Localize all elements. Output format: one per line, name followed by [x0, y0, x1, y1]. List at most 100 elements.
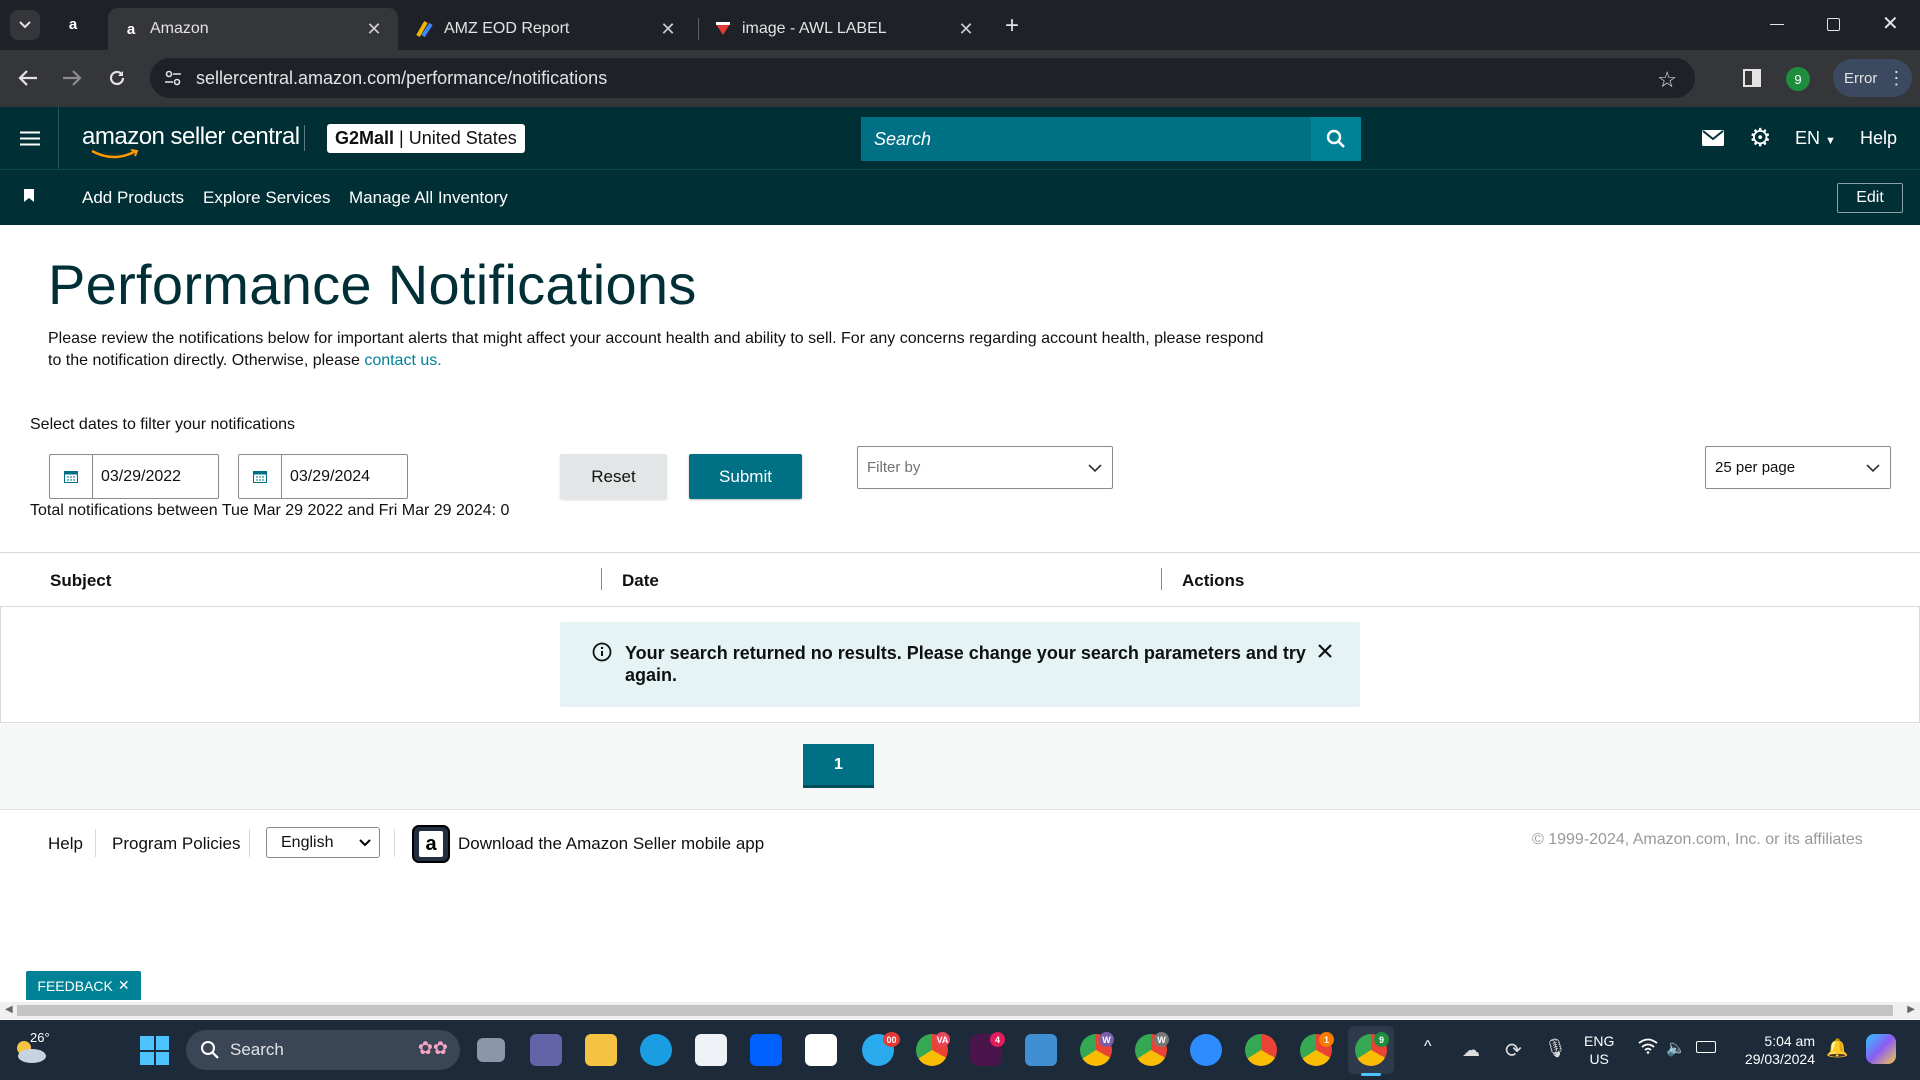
bookmark-icon[interactable]: [24, 189, 34, 202]
restore-icon[interactable]: [1827, 18, 1840, 31]
column-actions[interactable]: Actions: [1182, 571, 1244, 591]
cherry-blossom-icon: ✿✿: [417, 1038, 448, 1058]
tab-image-awl-label[interactable]: image - AWL LABEL ✕: [700, 8, 990, 50]
footer-divider: [394, 829, 395, 857]
page-button-1[interactable]: 1: [803, 744, 874, 788]
no-results-alert: Your search returned no results. Please …: [560, 622, 1360, 707]
scroll-right-icon[interactable]: ▶: [1907, 1004, 1915, 1015]
file-explorer-icon[interactable]: [585, 1034, 617, 1066]
nav-manage-all-inventory[interactable]: Manage All Inventory: [349, 188, 508, 208]
filter-by-dropdown[interactable]: Filter by: [857, 446, 1113, 489]
language-value: English: [281, 833, 334, 851]
input-language-indicator[interactable]: ENG US: [1584, 1032, 1614, 1068]
dropbox-icon[interactable]: [750, 1034, 782, 1066]
copilot-icon[interactable]: [1866, 1034, 1896, 1064]
search-button[interactable]: [1311, 117, 1361, 161]
taskbar-search[interactable]: Search ✿✿: [186, 1030, 460, 1070]
column-date[interactable]: Date: [622, 571, 659, 591]
lang-top: ENG: [1584, 1033, 1615, 1049]
column-subject[interactable]: Subject: [50, 571, 111, 591]
gear-icon[interactable]: ⚙: [1749, 126, 1771, 151]
chevron-down-icon: [1088, 464, 1102, 473]
close-tab-icon[interactable]: ✕: [658, 19, 678, 40]
calendar-icon[interactable]: [239, 455, 282, 498]
sync-icon[interactable]: ⟳: [1505, 1038, 1522, 1063]
chevron-down-icon: [19, 21, 31, 29]
teams-chat-icon[interactable]: [530, 1034, 562, 1066]
amazon-app-taskbar-icon[interactable]: [805, 1034, 837, 1066]
weather-widget[interactable]: 26°: [12, 1030, 56, 1066]
tab-amz-eod-report[interactable]: AMZ EOD Report ✕: [402, 8, 692, 50]
footer-help-link[interactable]: Help: [48, 834, 83, 854]
show-hidden-icons-chevron-icon[interactable]: ^: [1424, 1038, 1432, 1056]
side-panel-icon[interactable]: [1738, 64, 1766, 92]
reset-button[interactable]: Reset: [560, 454, 667, 499]
edit-button[interactable]: Edit: [1837, 183, 1903, 213]
onedrive-error-icon[interactable]: ☁: [1462, 1040, 1480, 1061]
scroll-left-icon[interactable]: ◀: [5, 1004, 13, 1015]
volume-icon[interactable]: 🔈: [1666, 1038, 1686, 1058]
calendar-icon[interactable]: [50, 455, 93, 498]
footer-language-select[interactable]: English: [266, 827, 380, 858]
feedback-label: FEEDBACK: [37, 977, 113, 994]
chevron-down-icon: [359, 839, 371, 847]
chrome-w2-badge: W: [1154, 1032, 1169, 1047]
profile-avatar[interactable]: 9: [1786, 67, 1810, 91]
close-tab-icon[interactable]: ✕: [364, 19, 384, 40]
address-bar[interactable]: sellercentral.amazon.com/performance/not…: [150, 58, 1695, 98]
task-view-icon[interactable]: [477, 1038, 505, 1062]
chrome-profile-3-icon[interactable]: [1245, 1034, 1277, 1066]
clock-date: 29/03/2024: [1744, 1051, 1815, 1067]
minimize-icon[interactable]: [1770, 24, 1784, 25]
site-info-icon[interactable]: [164, 69, 182, 87]
account-switcher[interactable]: G2Mall | United States: [327, 124, 525, 153]
header-search-input[interactable]: Search: [861, 117, 1311, 161]
start-date-input[interactable]: [93, 455, 213, 498]
microphone-icon[interactable]: 🎙: [1544, 1038, 1567, 1059]
submit-button[interactable]: Submit: [689, 454, 802, 499]
mail-icon[interactable]: [1702, 130, 1724, 146]
nav-explore-services[interactable]: Explore Services: [203, 188, 331, 208]
end-date-picker[interactable]: [238, 454, 408, 499]
scrollbar-thumb[interactable]: [17, 1005, 1893, 1016]
nav-add-products[interactable]: Add Products: [82, 188, 184, 208]
tab-amazon[interactable]: a Amazon ✕: [108, 8, 398, 50]
bookmark-star-icon[interactable]: ☆: [1657, 67, 1677, 93]
zoom-icon[interactable]: [1190, 1034, 1222, 1066]
feedback-button[interactable]: FEEDBACK ✕: [26, 971, 141, 1000]
pinned-amazon-tab[interactable]: a: [64, 15, 82, 33]
new-tab-plus-icon[interactable]: +: [1005, 12, 1019, 40]
close-window-icon[interactable]: ✕: [1882, 11, 1899, 36]
wifi-icon[interactable]: [1638, 1038, 1658, 1054]
horizontal-scrollbar[interactable]: ◀ ▶: [0, 1002, 1920, 1019]
language-selector[interactable]: EN ▼: [1795, 128, 1836, 149]
battery-icon[interactable]: [1696, 1041, 1716, 1053]
end-date-input[interactable]: [282, 455, 402, 498]
close-icon[interactable]: [1316, 642, 1334, 660]
hamburger-menu-icon[interactable]: [20, 131, 40, 146]
tab-search-button[interactable]: [10, 10, 40, 40]
per-page-dropdown[interactable]: 25 per page: [1705, 446, 1891, 489]
help-link[interactable]: Help: [1860, 128, 1897, 149]
footer-program-policies-link[interactable]: Program Policies: [112, 834, 241, 854]
caret-down-icon: ▼: [1825, 135, 1836, 147]
notepad-icon[interactable]: [1025, 1034, 1057, 1066]
reload-icon[interactable]: [103, 64, 131, 92]
close-icon[interactable]: ✕: [118, 977, 130, 994]
forward-arrow-icon[interactable]: [58, 64, 86, 92]
amazon-seller-central-logo[interactable]: amazon seller central: [82, 123, 300, 159]
amazon-app-icon[interactable]: a: [412, 825, 450, 863]
windows-start-icon[interactable]: [140, 1036, 169, 1065]
microsoft-store-icon[interactable]: [695, 1034, 727, 1066]
start-date-picker[interactable]: [49, 454, 219, 499]
contact-us-link[interactable]: contact us.: [364, 352, 441, 369]
download-mobile-app-link[interactable]: Download the Amazon Seller mobile app: [458, 834, 764, 854]
error-button[interactable]: Error ⋮: [1833, 59, 1912, 97]
close-tab-icon[interactable]: ✕: [956, 19, 976, 40]
notification-bell-icon[interactable]: 🔔: [1826, 1038, 1848, 1059]
edge-browser-icon[interactable]: [640, 1034, 672, 1066]
search-icon: [201, 1041, 219, 1059]
filter-label: Select dates to filter your notification…: [30, 416, 296, 433]
clock[interactable]: 5:04 am 29/03/2024: [1735, 1032, 1815, 1068]
back-arrow-icon[interactable]: [14, 64, 42, 92]
